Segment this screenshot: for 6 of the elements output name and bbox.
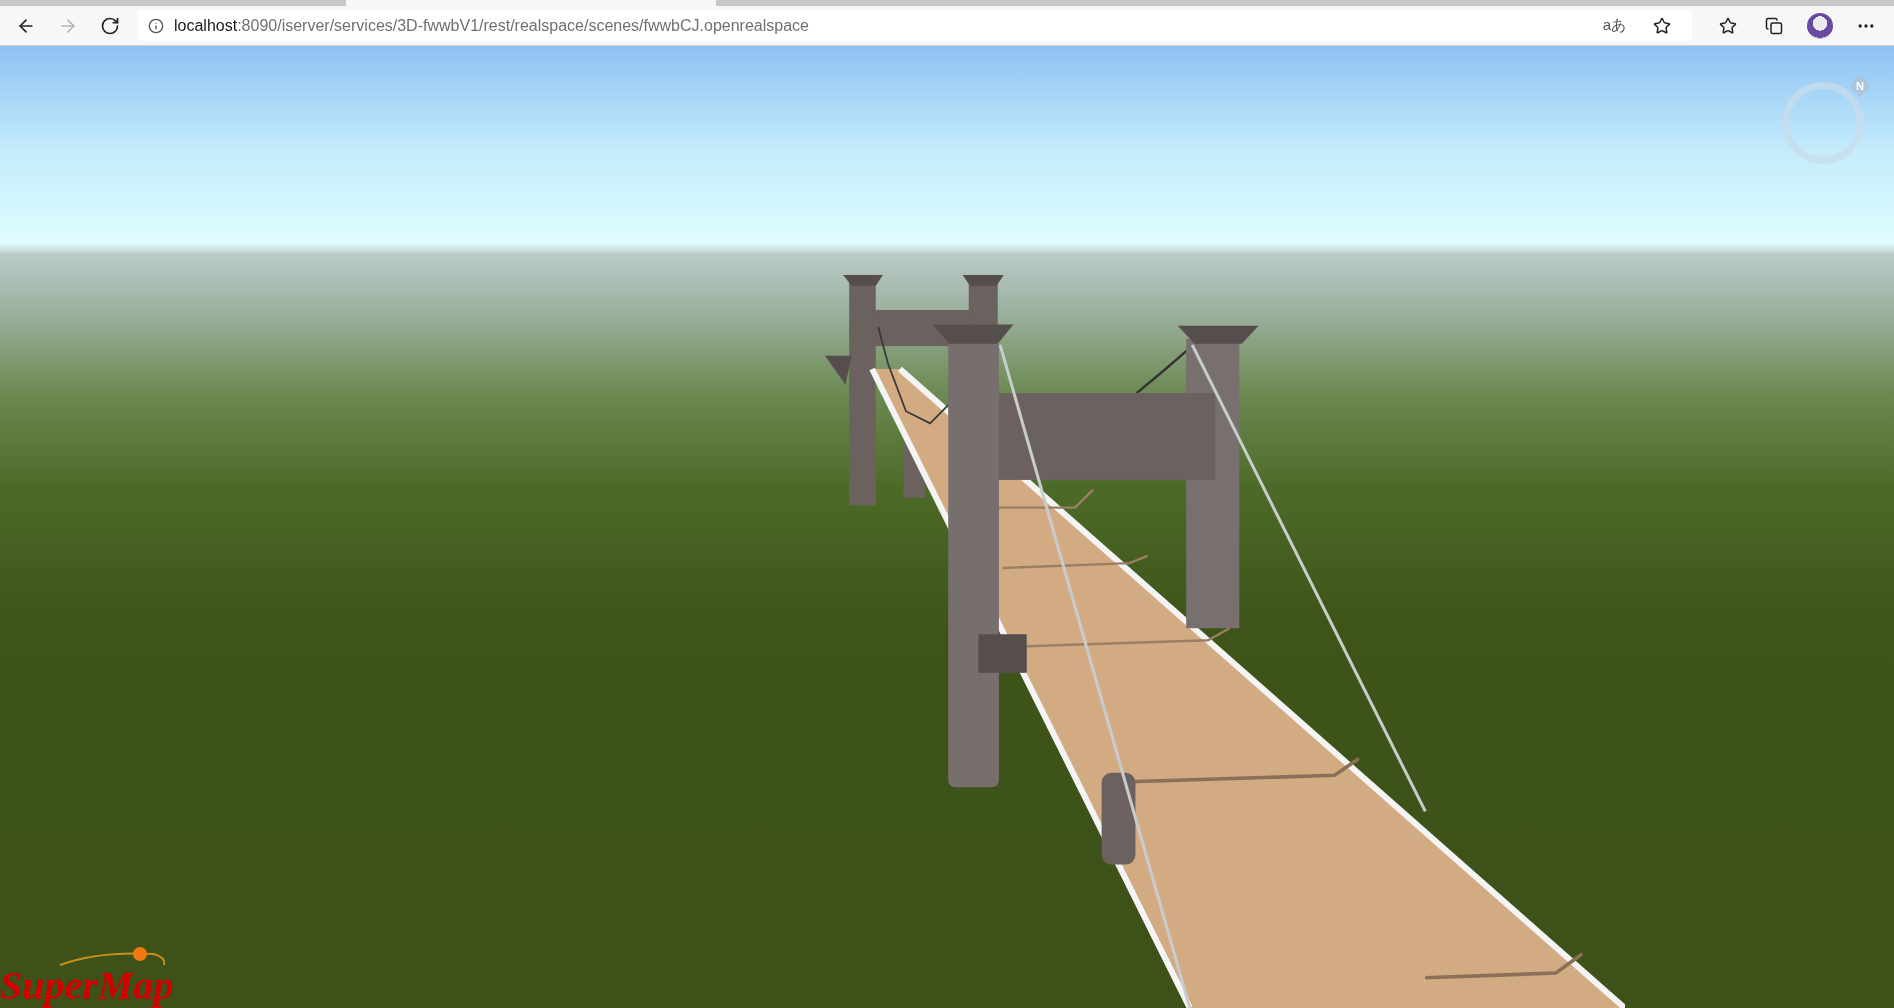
read-aloud-button[interactable]: aあ [1596, 11, 1632, 40]
logo-text: SuperMap [0, 966, 174, 1006]
north-badge: N [1848, 74, 1872, 98]
url-text: localhost:8090/iserver/services/3D-fwwbV1/rest/realspace/scenes/fwwbCJ.openrealspace [174, 16, 810, 35]
info-icon [148, 17, 164, 34]
address-bar[interactable]: localhost:8090/iserver/services/3D-fwwbV1/rest/realspace/scenes/fwwbCJ.openrealspace aあ [138, 10, 1692, 41]
